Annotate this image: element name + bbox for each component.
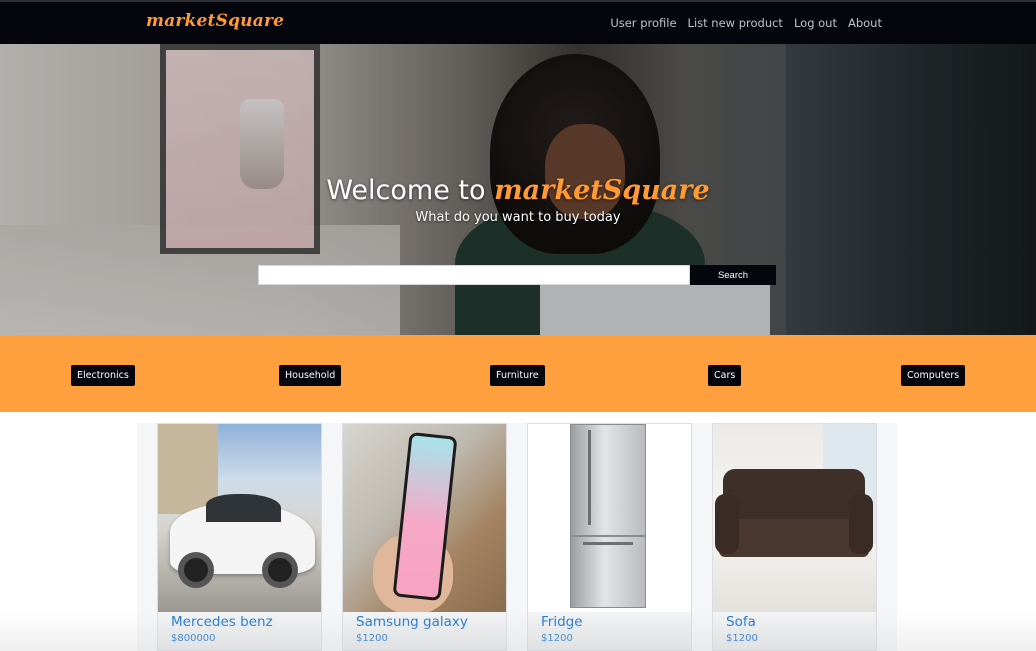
product-image-sofa-arm-left (715, 494, 739, 554)
category-electronics-button[interactable]: Electronics (71, 365, 135, 386)
product-grid: Mercedes benz $800000 Samsung galaxy $12… (137, 423, 897, 651)
brand-logo[interactable]: marketSquare (146, 11, 284, 31)
hero-title-brand: marketSquare (494, 175, 710, 206)
product-title[interactable]: Mercedes benz (171, 614, 273, 630)
category-household-button[interactable]: Household (279, 365, 342, 386)
category-furniture-button[interactable]: Furniture (490, 365, 545, 386)
product-card-body: Fridge $1200 (528, 612, 691, 650)
product-image (713, 424, 876, 612)
nav-user-profile-link[interactable]: User profile (610, 16, 676, 30)
product-image (158, 424, 321, 612)
product-card[interactable]: Fridge $1200 (527, 423, 692, 651)
search-button[interactable]: Search (690, 265, 776, 285)
product-image-fridge-top (570, 424, 646, 536)
nav-log-out-link[interactable]: Log out (794, 16, 837, 30)
product-image-car-wheel-rear (262, 552, 298, 588)
hero-title: Welcome to marketSquare (0, 175, 1036, 206)
product-title[interactable]: Samsung galaxy (356, 614, 468, 630)
product-title[interactable]: Sofa (726, 614, 756, 630)
product-card[interactable]: Mercedes benz $800000 (157, 423, 322, 651)
product-image-fridge-handle (588, 430, 591, 525)
product-image-sofa-back (723, 469, 865, 524)
category-bar: Electronics Household Furniture Cars Com… (0, 335, 1036, 412)
nav-links: User profile List new product Log out Ab… (610, 16, 882, 30)
product-image-car-window (206, 494, 281, 522)
product-card-body: Sofa $1200 (713, 612, 876, 650)
hero-banner: Welcome to marketSquare What do you want… (0, 44, 1036, 335)
product-image (343, 424, 506, 612)
product-card-body: Samsung galaxy $1200 (343, 612, 506, 650)
product-image-sofa-seat (719, 519, 869, 557)
hero-title-prefix: Welcome to (326, 175, 486, 206)
hero-subtitle: What do you want to buy today (415, 210, 621, 225)
product-price: $800000 (171, 633, 216, 644)
product-card-body: Mercedes benz $800000 (158, 612, 321, 650)
product-title[interactable]: Fridge (541, 614, 583, 630)
search-input[interactable] (258, 265, 690, 285)
product-price: $1200 (356, 633, 388, 644)
product-price: $1200 (726, 633, 758, 644)
nav-about-link[interactable]: About (848, 16, 882, 30)
product-price: $1200 (541, 633, 573, 644)
category-computers-button[interactable]: Computers (901, 365, 966, 386)
product-image-freezer-handle (583, 542, 633, 545)
product-card[interactable]: Samsung galaxy $1200 (342, 423, 507, 651)
navbar: marketSquare User profile List new produ… (0, 0, 1036, 44)
category-cars-button[interactable]: Cars (708, 365, 742, 386)
product-card[interactable]: Sofa $1200 (712, 423, 877, 651)
product-image-sofa-arm-right (849, 494, 873, 554)
nav-list-new-product-link[interactable]: List new product (688, 16, 783, 30)
product-image (528, 424, 691, 612)
product-image-car-wheel-front (178, 552, 214, 588)
product-image-fridge-bottom (570, 536, 646, 608)
